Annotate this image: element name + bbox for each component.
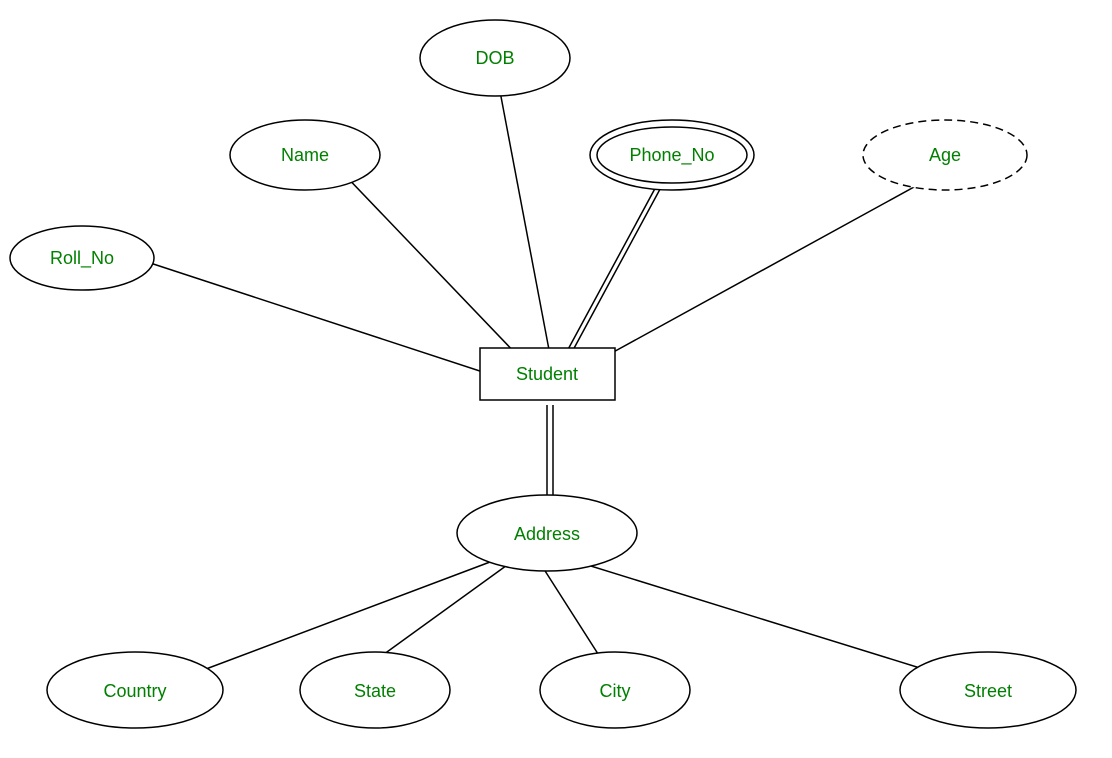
- line-address-city: [540, 563, 600, 657]
- rollno-label: Roll_No: [50, 248, 114, 269]
- line-student-phone1: [565, 170, 665, 355]
- age-label: Age: [929, 145, 961, 165]
- er-diagram: DOB Name Phone_No Age Roll_No Student Ad…: [0, 0, 1112, 753]
- line-address-state: [380, 563, 510, 657]
- country-label: Country: [103, 681, 166, 701]
- street-label: Street: [964, 681, 1012, 701]
- address-label: Address: [514, 524, 580, 544]
- dob-label: DOB: [475, 48, 514, 68]
- state-label: State: [354, 681, 396, 701]
- student-label: Student: [516, 364, 578, 384]
- line-student-rollno: [135, 258, 492, 375]
- line-student-name: [340, 170, 520, 358]
- line-student-age: [608, 170, 945, 355]
- city-label: City: [600, 681, 631, 701]
- line-student-phone2: [572, 167, 672, 352]
- name-label: Name: [281, 145, 329, 165]
- line-student-dob: [495, 65, 550, 355]
- phone-label: Phone_No: [629, 145, 714, 166]
